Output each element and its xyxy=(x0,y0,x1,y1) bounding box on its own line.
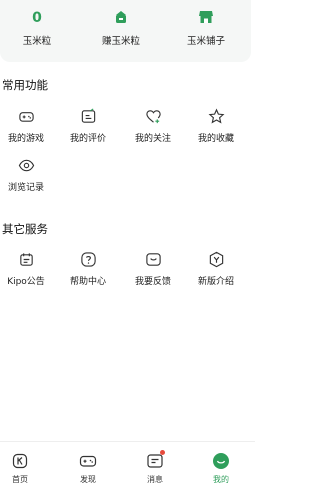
nav-messages[interactable]: 消息 xyxy=(130,450,180,485)
nav-home-label: 首页 xyxy=(12,475,28,484)
new-version-label: 新版介绍 xyxy=(197,277,234,287)
common-functions-title: 常用功能 xyxy=(2,78,48,92)
browse-history-item[interactable]: 浏览记录 xyxy=(0,157,56,193)
feedback-label: 我要反馈 xyxy=(134,277,171,287)
shop-icon xyxy=(199,11,213,23)
my-reviews-item[interactable]: 我的评价 xyxy=(58,108,118,144)
feedback-item[interactable]: 我要反馈 xyxy=(123,251,183,287)
nav-profile-label: 我的 xyxy=(213,475,229,484)
kipo-announcement-item[interactable]: Kipo公告 xyxy=(0,251,56,287)
eye-icon xyxy=(18,159,34,172)
my-follows-item[interactable]: 我的关注 xyxy=(123,108,183,144)
help-center-item[interactable]: 帮助中心 xyxy=(58,251,118,287)
my-favorites-item[interactable]: 我的收藏 xyxy=(186,108,246,144)
new-version-icon xyxy=(209,251,223,268)
my-games-label: 我的游戏 xyxy=(7,134,44,144)
edit-note-icon xyxy=(81,108,95,123)
discover-icon xyxy=(79,455,97,467)
gamepad-icon xyxy=(18,112,34,122)
corn-count: 0 xyxy=(32,10,42,26)
earn-corn-label: 赚玉米粒 xyxy=(101,36,140,47)
star-icon xyxy=(208,108,224,124)
nav-messages-label: 消息 xyxy=(147,475,163,484)
earn-corn-icon xyxy=(116,11,126,23)
nav-profile[interactable]: 我的 xyxy=(196,452,246,485)
other-services-title: 其它服务 xyxy=(2,222,48,236)
help-center-label: 帮助中心 xyxy=(69,277,106,287)
heart-plus-icon xyxy=(145,110,161,124)
feedback-icon xyxy=(145,253,161,266)
my-games-item[interactable]: 我的游戏 xyxy=(0,108,56,144)
home-icon xyxy=(12,453,28,469)
my-favorites-label: 我的收藏 xyxy=(197,134,234,144)
nav-discover-label: 发现 xyxy=(80,475,96,484)
corn-shop-label: 玉米铺子 xyxy=(186,36,225,47)
announcement-icon xyxy=(19,253,33,266)
bottom-nav: 首页 发现 消息 我的 xyxy=(0,441,255,492)
nav-home[interactable]: 首页 xyxy=(0,452,45,485)
new-version-item[interactable]: 新版介绍 xyxy=(186,251,246,287)
nav-discover[interactable]: 发现 xyxy=(63,452,113,485)
my-reviews-label: 我的评价 xyxy=(69,134,106,144)
kipo-announcement-label: Kipo公告 xyxy=(7,277,45,287)
stats-card: 0 玉米粒 赚玉米粒 玉米铺子 xyxy=(0,0,251,62)
corn-label: 玉米粒 xyxy=(22,36,52,47)
browse-history-label: 浏览记录 xyxy=(7,183,44,193)
message-badge xyxy=(160,450,165,455)
help-icon xyxy=(80,252,96,267)
profile-icon xyxy=(213,453,229,469)
my-follows-label: 我的关注 xyxy=(134,134,171,144)
